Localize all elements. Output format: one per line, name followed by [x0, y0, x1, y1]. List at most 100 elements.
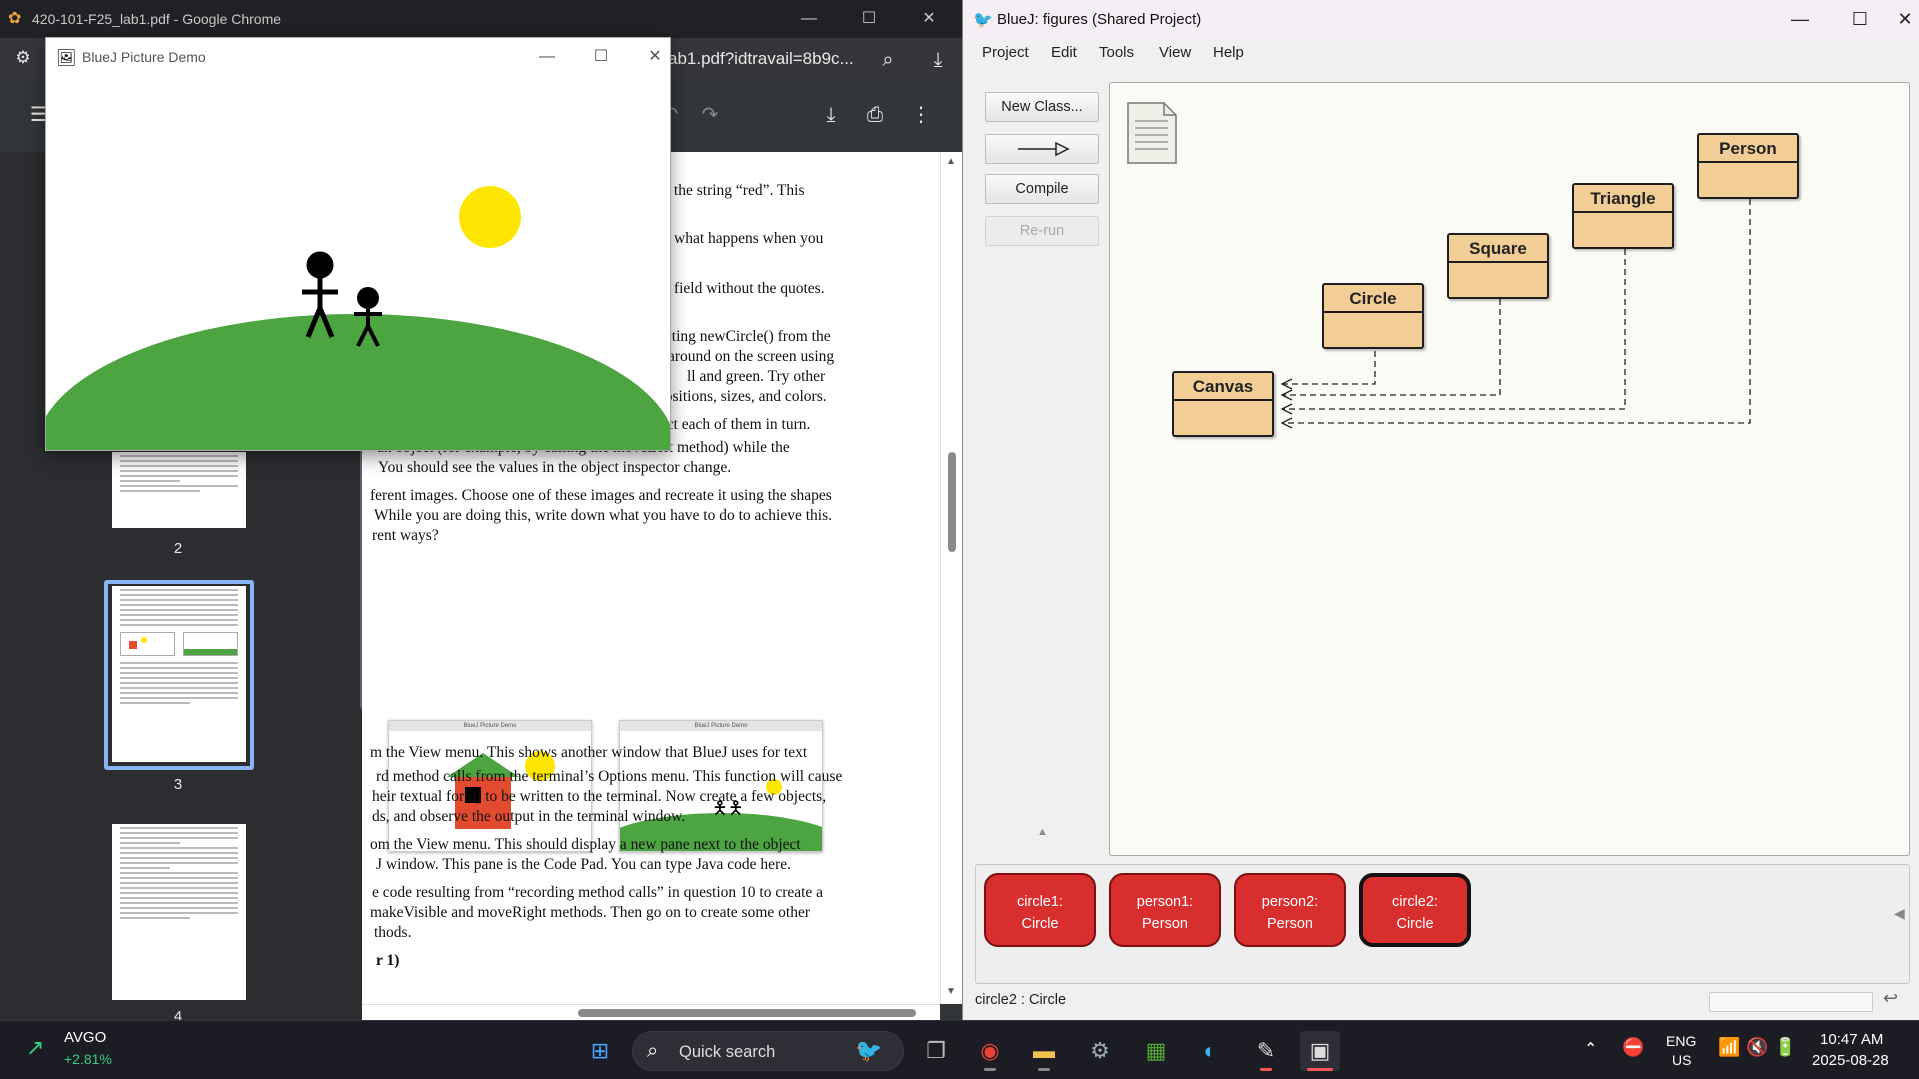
address-bar-url[interactable]: ab1.pdf?idtravail=8b9c... — [668, 49, 854, 69]
scroll-up-icon[interactable]: ▲ — [946, 156, 956, 167]
status-progress-box — [1709, 992, 1873, 1012]
rerun-button[interactable]: Re-run — [985, 216, 1099, 246]
pdf-vertical-scrollbar[interactable]: ▲ ▼ — [940, 152, 962, 1004]
bluej-titlebar: 🐦 BlueJ: figures (Shared Project) — ☐ ✕ — [963, 0, 1919, 38]
more-options-icon[interactable]: ⋮ — [906, 100, 936, 130]
pdf-text-line: pect each of them in turn. — [652, 416, 811, 433]
chrome-icon[interactable]: ◉ — [970, 1031, 1010, 1071]
maximize-button[interactable]: ☐ — [1830, 0, 1890, 38]
menu-project[interactable]: Project — [982, 44, 1029, 61]
clock-time[interactable]: 10:47 AM — [1820, 1031, 1883, 1048]
pdf-text-line: ll and green. Try other — [687, 368, 826, 385]
clock-date[interactable]: 2025-08-28 — [1812, 1052, 1889, 1069]
wifi-icon[interactable]: 📶 — [1718, 1037, 1740, 1058]
stock-symbol[interactable]: AVGO — [64, 1029, 106, 1046]
pdf-text-line: around on the screen using — [668, 348, 835, 365]
edge-icon[interactable]: ◐ — [1190, 1031, 1230, 1071]
pdf-vertical-scroll-thumb[interactable] — [948, 452, 956, 552]
thumbnail-page-4[interactable] — [112, 824, 246, 1000]
collapse-up-icon[interactable]: ▲ — [1037, 826, 1048, 838]
picture-drawing — [46, 186, 670, 450]
maximize-button[interactable]: ☐ — [846, 0, 892, 38]
maximize-button[interactable]: ☐ — [578, 38, 624, 76]
security-alert-icon[interactable]: ⛔ — [1622, 1037, 1644, 1058]
class-name: Canvas — [1174, 373, 1272, 401]
pdf-text-line: makeVisible and moveRight methods. Then … — [370, 904, 811, 921]
pdf-text-line: rd method calls from the terminal’s Opti… — [376, 768, 843, 785]
menu-help[interactable]: Help — [1213, 44, 1244, 61]
class-canvas[interactable]: Canvas — [1172, 371, 1274, 437]
scroll-down-icon[interactable]: ▼ — [946, 986, 956, 997]
download-icon[interactable]: ⤓ — [923, 45, 953, 75]
class-triangle[interactable]: Triangle — [1572, 183, 1674, 249]
pdf-text-line: J window. This pane is the Code Pad. You… — [376, 856, 791, 873]
inheritance-arrow-button[interactable] — [985, 134, 1099, 164]
arrow-icon — [1018, 141, 1070, 157]
compile-button[interactable]: Compile — [985, 174, 1099, 204]
object-name: person1: — [1136, 894, 1194, 910]
pdf-text-line: thods. — [374, 924, 412, 941]
object-circle2[interactable]: circle2: Circle — [1359, 873, 1471, 947]
close-button[interactable]: ✕ — [632, 38, 678, 76]
object-circle1[interactable]: circle1: Circle — [984, 873, 1096, 947]
task-view-icon[interactable]: ❐ — [916, 1031, 956, 1071]
dependency-arrows — [1280, 199, 1751, 429]
class-square[interactable]: Square — [1447, 233, 1549, 299]
zoom-search-icon[interactable]: ⌕ — [873, 45, 903, 75]
bluej-taskbar-icon[interactable]: ✎ — [1246, 1031, 1286, 1071]
menu-edit[interactable]: Edit — [1051, 44, 1077, 61]
menu-tools[interactable]: Tools — [1099, 44, 1134, 61]
sample-image-title: BlueJ Picture Demo — [620, 721, 822, 731]
picture-demo-titlebar: 🖼 BlueJ Picture Demo — ☐ ✕ — [46, 38, 670, 76]
minecraft-icon[interactable]: ▦ — [1136, 1031, 1176, 1071]
minimize-button[interactable]: — — [1770, 0, 1830, 38]
return-icon[interactable]: ↩ — [1883, 988, 1898, 1009]
status-text: circle2 : Circle — [975, 992, 1067, 1008]
pdf-text-line: heir textual form) to be written to the … — [372, 788, 827, 805]
close-button[interactable]: ✕ — [1890, 0, 1919, 38]
object-bench: circle1: Circle person1: Person person2:… — [975, 864, 1910, 984]
class-diagram: Person Triangle Square Circle Canvas — [1109, 82, 1910, 856]
search-bird-icon: 🐦 — [855, 1038, 883, 1063]
stock-change: +2.81% — [64, 1051, 112, 1067]
sample-image-figures: BlueJ Picture Demo 🯅🯅 — [619, 720, 823, 852]
thumbnail-page-2[interactable] — [112, 452, 246, 528]
new-class-button[interactable]: New Class... — [985, 92, 1099, 122]
file-explorer-icon[interactable]: ▬ — [1024, 1031, 1064, 1071]
chrome-window-title: 420-101-F25_lab1.pdf - Google Chrome — [32, 11, 282, 27]
menu-view[interactable]: View — [1159, 44, 1191, 61]
picture-canvas — [46, 76, 670, 450]
minimize-button[interactable]: — — [524, 38, 570, 76]
thumbnail-number: 3 — [173, 776, 183, 793]
site-info-icon[interactable]: ⚙ — [8, 43, 38, 73]
object-type: Circle — [1396, 916, 1434, 932]
redo-icon[interactable]: ↷ — [695, 100, 725, 130]
language-line1[interactable]: ENG — [1666, 1033, 1696, 1049]
mute-icon[interactable]: 🔇 — [1746, 1037, 1768, 1058]
expand-left-icon[interactable]: ◀ — [1894, 905, 1905, 922]
show-hidden-icons[interactable]: ⌃ — [1584, 1039, 1597, 1059]
thumbnail-page-3[interactable] — [112, 586, 246, 762]
battery-icon[interactable]: 🔋 — [1774, 1037, 1796, 1058]
pdf-text-line: positions, sizes, and colors. — [657, 388, 827, 405]
close-button[interactable]: ✕ — [906, 0, 952, 38]
hill — [46, 314, 670, 450]
class-person[interactable]: Person — [1697, 133, 1799, 199]
object-person1[interactable]: person1: Person — [1109, 873, 1221, 947]
object-person2[interactable]: person2: Person — [1234, 873, 1346, 947]
object-name: circle2: — [1392, 894, 1438, 910]
pdf-horizontal-scrollbar[interactable] — [362, 1004, 940, 1020]
minimize-button[interactable]: — — [786, 0, 832, 38]
language-line2[interactable]: US — [1672, 1052, 1691, 1068]
search-box[interactable]: ⌕ Quick search 🐦 — [632, 1031, 904, 1071]
pdf-horizontal-scroll-thumb[interactable] — [578, 1009, 916, 1017]
picture-demo-window: 🖼 BlueJ Picture Demo — ☐ ✕ — [46, 38, 670, 450]
pdf-download-icon[interactable]: ⤓ — [816, 100, 846, 130]
steam-icon[interactable]: ⚙ — [1080, 1031, 1120, 1071]
picture-demo-taskbar-icon[interactable]: ▣ — [1300, 1031, 1340, 1071]
print-icon[interactable]: ⎙ — [860, 100, 890, 130]
start-button[interactable]: ⊞ — [580, 1031, 620, 1071]
pdf-text-line: er the string “red”. This — [658, 182, 805, 199]
class-name: Square — [1449, 235, 1547, 263]
class-circle[interactable]: Circle — [1322, 283, 1424, 349]
